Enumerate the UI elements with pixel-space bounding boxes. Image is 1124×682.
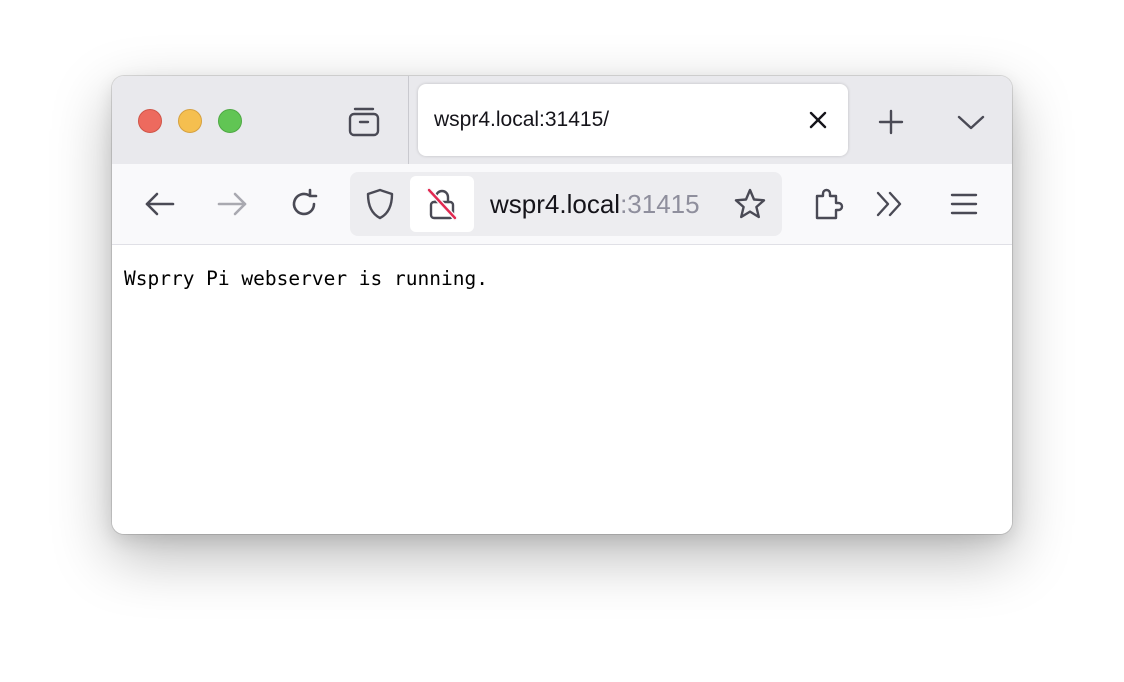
tracking-protection-button[interactable] [358,184,402,224]
url-host: wspr4.local [490,189,621,219]
chevron-down-icon [956,112,986,132]
url-text[interactable]: wspr4.local:31415 [490,188,700,220]
puzzle-icon [812,187,844,221]
app-menu-button[interactable] [942,184,986,224]
window-close-button[interactable] [138,109,162,133]
titlebar-divider [408,76,409,164]
extensions-button[interactable] [806,184,850,224]
reload-icon [288,188,320,220]
window-maximize-button[interactable] [218,109,242,133]
new-tab-button[interactable] [870,102,912,142]
reload-button[interactable] [282,184,326,224]
tab-active[interactable]: wspr4.local:31415/ [418,84,848,156]
back-arrow-icon [143,190,177,218]
double-chevron-icon [874,189,906,219]
tab-title: wspr4.local:31415/ [434,108,610,131]
forward-button[interactable] [210,184,254,224]
page-body-text: Wsprry Pi webserver is running. [124,267,488,290]
list-all-tabs-button[interactable] [950,102,992,142]
title-bar: wspr4.local:31415/ [112,76,1012,164]
tab-close-button[interactable] [804,106,832,134]
page-content: Wsprry Pi webserver is running. [112,245,1012,534]
forward-arrow-icon [215,190,249,218]
browser-window: wspr4.local:31415/ wspr4.local:31415 Wsp… [112,76,1012,534]
site-security-button[interactable] [410,176,474,232]
address-bar[interactable]: wspr4.local:31415 [350,172,782,236]
navigation-toolbar: wspr4.local:31415 [112,164,1012,245]
hamburger-menu-icon [950,192,978,216]
back-button[interactable] [138,184,182,224]
shield-icon [364,187,396,221]
tab-manager-button[interactable] [342,102,386,142]
url-port: :31415 [620,189,700,219]
lock-crossed-icon [426,187,458,221]
more-tools-button[interactable] [868,184,912,224]
bookmark-button[interactable] [728,184,772,224]
window-minimize-button[interactable] [178,109,202,133]
close-icon [808,110,828,130]
tab-manager-icon [347,106,381,138]
plus-icon [877,108,905,136]
star-icon [733,187,767,221]
